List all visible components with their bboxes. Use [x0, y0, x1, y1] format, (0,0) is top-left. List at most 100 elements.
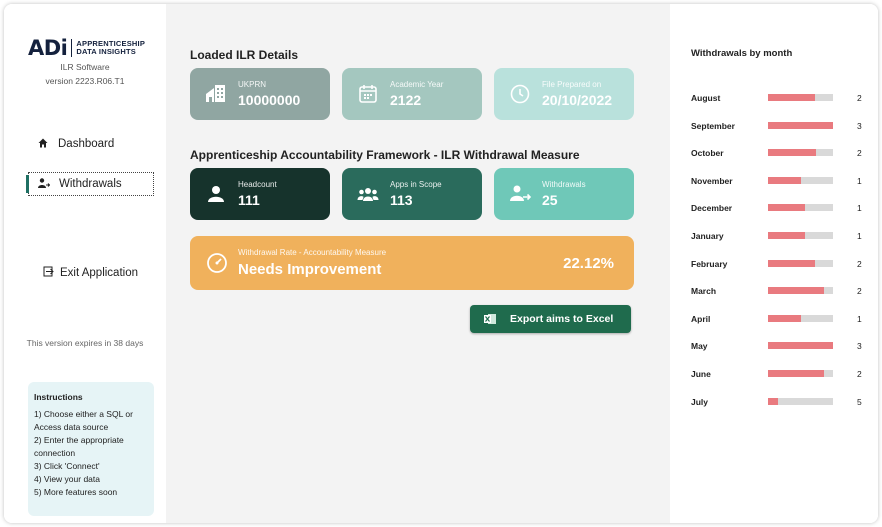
month-bar-track	[768, 121, 833, 129]
withdrawals-by-month-title: Withdrawals by month	[691, 48, 793, 59]
month-name: November	[691, 175, 733, 186]
month-name: June	[691, 369, 711, 379]
group-icon	[356, 182, 380, 206]
logo-mark: ADi	[28, 36, 68, 60]
month-bar	[768, 259, 815, 267]
instruction-line: Access data source	[34, 422, 109, 432]
export-aims-button[interactable]: Export aims to Excel	[470, 305, 631, 333]
loaded-ilr-title: Loaded ILR Details	[190, 48, 299, 62]
month-value: 3	[857, 341, 862, 352]
calendar-icon	[356, 82, 380, 106]
month-row: July 5	[691, 395, 878, 409]
month-bar-track	[768, 176, 833, 184]
withdrawal-rate-label: Withdrawal Rate - Accountability Measure	[238, 248, 387, 257]
user-leave-icon	[508, 182, 532, 206]
month-row: January 1	[691, 229, 878, 243]
month-value: 2	[857, 258, 862, 269]
instruction-line: 2) Enter the appropriate	[34, 435, 124, 445]
person-icon	[204, 182, 228, 206]
apps-in-scope-value: 113	[390, 192, 413, 208]
month-name: August	[691, 93, 721, 103]
gauge-icon	[206, 252, 228, 279]
month-bar	[768, 176, 801, 184]
month-value: 1	[857, 203, 862, 214]
aaf-title: Apprenticeship Accountability Framework …	[190, 148, 580, 162]
nav-withdrawals[interactable]: Withdrawals	[26, 172, 154, 196]
export-aims-label: Export aims to Excel	[510, 313, 614, 325]
logo-text: APPRENTICESHIP DATA INSIGHTS	[76, 40, 145, 56]
apps-in-scope-label: Apps in Scope	[390, 180, 442, 189]
nav-dashboard-label: Dashboard	[58, 138, 115, 150]
expiry-notice: This version expires in 38 days	[26, 338, 144, 348]
exit-application-button[interactable]: Exit Application	[36, 261, 156, 285]
headcount-value: 111	[238, 192, 260, 208]
instructions-panel: Instructions 1) Choose either a SQL or A…	[28, 382, 154, 516]
month-bar	[768, 397, 779, 405]
ukprn-card: UKPRN 10000000	[190, 68, 330, 120]
withdrawals-value: 25	[542, 192, 558, 208]
month-row: December 1	[691, 201, 878, 215]
withdrawal-rate-card: Withdrawal Rate - Accountability Measure…	[190, 236, 634, 290]
month-value: 3	[857, 120, 862, 131]
month-name: April	[691, 313, 711, 324]
app-window: ADi APPRENTICESHIP DATA INSIGHTS ILR Sof…	[4, 4, 878, 523]
nav-dashboard[interactable]: Dashboard	[28, 132, 154, 156]
nav-withdrawals-label: Withdrawals	[59, 178, 122, 190]
exit-icon	[36, 266, 60, 280]
withdrawal-rate-percent: 22.12%	[563, 255, 614, 272]
software-version: version 2223.R06.T1	[45, 76, 125, 86]
software-name: ILR Software	[60, 62, 110, 72]
month-bar-track	[768, 232, 833, 239]
month-bar-track	[768, 397, 833, 405]
withdrawal-rate-status: Needs Improvement	[238, 261, 382, 278]
month-value: 2	[857, 369, 862, 379]
month-value: 2	[857, 286, 862, 297]
instructions-title: Instructions	[34, 392, 83, 402]
headcount-label: Headcount	[238, 180, 277, 189]
month-row: October 2	[691, 146, 878, 160]
month-bar-track	[768, 94, 833, 101]
instruction-line: 4) View your data	[34, 474, 100, 484]
month-value: 1	[857, 231, 862, 241]
month-bar	[768, 287, 824, 295]
academic-year-card: Academic Year 2122	[342, 68, 482, 120]
month-name: February	[691, 258, 728, 269]
instruction-line: connection	[34, 448, 76, 458]
month-name: July	[691, 396, 709, 407]
file-prepared-value: 20/10/2022	[542, 92, 613, 108]
month-row: November 1	[691, 174, 878, 188]
logo: ADi APPRENTICESHIP DATA INSIGHTS	[28, 36, 145, 60]
ukprn-value: 10000000	[238, 92, 301, 108]
withdrawals-by-month-panel: Withdrawals by month August 2 September 3 Oc…	[670, 4, 878, 523]
month-name: March	[691, 286, 717, 297]
exit-application-label: Exit Application	[60, 267, 138, 279]
month-bar	[768, 94, 815, 101]
month-row: April 1	[691, 312, 878, 326]
month-bar-track	[768, 259, 833, 267]
month-bar	[768, 342, 833, 350]
instruction-line: 3) Click 'Connect'	[34, 461, 100, 471]
month-bar	[768, 121, 833, 129]
month-row: May 3	[691, 339, 878, 353]
month-bar-track	[768, 342, 833, 350]
instruction-line: 5) More features soon	[34, 487, 118, 497]
month-bar-track	[768, 204, 833, 212]
month-row: September 3	[691, 119, 878, 133]
instruction-line: 1) Choose either a SQL or	[34, 409, 133, 419]
excel-icon	[484, 313, 496, 325]
month-bar	[768, 204, 806, 212]
ukprn-label: UKPRN	[238, 80, 267, 89]
clock-icon	[508, 82, 532, 106]
main-content: Loaded ILR Details UKPRN 10000000 Academ…	[166, 4, 670, 523]
month-name: December	[691, 203, 733, 214]
headcount-card: Headcount 111	[190, 168, 330, 220]
month-name: October	[691, 148, 724, 159]
month-bar-track	[768, 149, 833, 157]
month-bar-track	[768, 314, 833, 322]
academic-year-label: Academic Year	[390, 80, 444, 89]
month-bar	[768, 232, 806, 239]
building-icon	[204, 82, 228, 106]
month-row: June 2	[691, 367, 878, 381]
month-value: 2	[857, 93, 862, 103]
month-name: January	[691, 231, 724, 241]
